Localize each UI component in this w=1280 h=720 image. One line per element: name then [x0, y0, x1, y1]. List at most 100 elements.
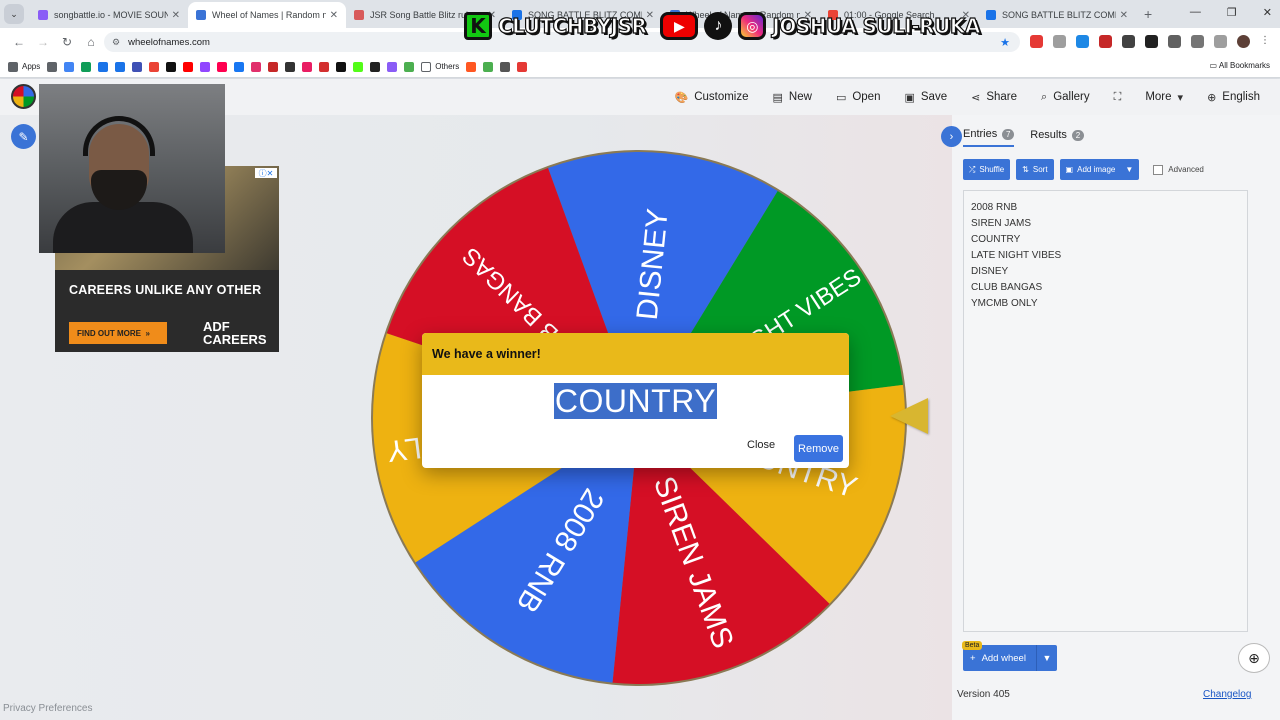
entry-line: SIREN JAMS [971, 218, 1032, 229]
bookmark-icon[interactable] [387, 61, 398, 72]
bookmark-icon[interactable] [285, 61, 296, 72]
remove-button[interactable]: Remove [794, 435, 843, 462]
extension-icon[interactable] [1122, 35, 1135, 48]
close-window-icon[interactable]: ✕ [1263, 6, 1272, 19]
shuffle-button[interactable]: ⤮ Shuffle [963, 159, 1011, 180]
profile-avatar[interactable] [1237, 35, 1250, 48]
home-icon[interactable]: ⌂ [80, 31, 102, 53]
sort-button[interactable]: ⇅ Sort [1016, 159, 1054, 180]
bookmark-icon[interactable] [404, 61, 415, 72]
bookmark-icon[interactable] [115, 61, 126, 72]
advanced-toggle[interactable]: Advanced [1153, 164, 1204, 175]
menu-item-english[interactable]: ⊕ English [1207, 91, 1260, 104]
extension-icon[interactable] [1053, 35, 1066, 48]
bookmark-icon[interactable] [268, 61, 279, 72]
extension-icon[interactable] [1076, 35, 1089, 48]
grid-icon[interactable] [47, 61, 58, 72]
shuffle-label: Shuffle [979, 165, 1005, 174]
collapse-sidebar-icon[interactable]: › [941, 126, 962, 147]
ad-brand-line2: CAREERS [203, 332, 267, 347]
bookmark-apps[interactable]: Apps [8, 61, 40, 72]
reload-icon[interactable]: ↻ [56, 31, 78, 53]
bookmark-star-icon[interactable]: ★ [1000, 36, 1010, 49]
add-wheel-dropdown[interactable]: ▼ [1036, 645, 1057, 671]
facebook-icon[interactable] [234, 61, 245, 72]
bookmark-icon[interactable] [466, 61, 477, 72]
changelog-link[interactable]: Changelog [1203, 689, 1251, 700]
header-menu: 🎨 Customize ▤ New ▭ Open ▣ Save ⋖ Share ⌕ Gallery ⛶ M… [674, 79, 1260, 115]
tab-favicon-icon [38, 10, 48, 20]
sidepanel-icon[interactable] [1214, 35, 1227, 48]
menu-item-save[interactable]: ▣ Save [904, 91, 947, 104]
browser-tab[interactable]: Wheel of Names | Random nam ✕ [188, 2, 346, 28]
kick-icon[interactable] [353, 61, 364, 72]
advanced-checkbox[interactable] [1153, 164, 1164, 175]
close-button[interactable]: Close [747, 439, 775, 451]
bookmark-icon[interactable] [370, 61, 381, 72]
bookmark-icon[interactable] [483, 61, 494, 72]
menu-item-customize[interactable]: 🎨 Customize [674, 91, 748, 104]
tab-close-icon[interactable]: ✕ [172, 10, 180, 21]
chevron-down-icon: ▼ [1125, 165, 1134, 174]
youtube-icon[interactable] [183, 61, 194, 72]
minimize-icon[interactable]: — [1190, 6, 1201, 19]
menu-item-fullscreen[interactable]: ⛶ [1114, 91, 1122, 104]
ad-cta-button[interactable]: FIND OUT MORE » [69, 322, 167, 344]
tab-entries-label: Entries [963, 128, 998, 140]
menu-item-open[interactable]: ▭ Open [836, 91, 881, 104]
bookmark-icon[interactable] [98, 61, 109, 72]
bookmark-icon[interactable] [217, 61, 228, 72]
bookmark-icon[interactable] [319, 61, 330, 72]
dialog-title: We have a winner! [422, 333, 849, 375]
add-image-button[interactable]: ▣ Add image ▼ [1059, 159, 1140, 180]
adchoices-icon[interactable]: ⓘ✕ [255, 168, 277, 178]
bookmark-icon[interactable] [132, 61, 143, 72]
bookmark-icon[interactable] [500, 61, 511, 72]
browser-tab[interactable]: songbattle.io - MOVIE SOUNDT ✕ [30, 2, 188, 28]
instagram-icon[interactable] [251, 61, 262, 72]
new-tab-button[interactable]: + [1144, 6, 1152, 22]
kebab-menu-icon[interactable]: ⋮ [1260, 35, 1273, 48]
entry-line: YMCMB ONLY [971, 298, 1038, 309]
menu-item-gallery[interactable]: ⌕ Gallery [1041, 91, 1090, 104]
tab-close-icon[interactable]: ✕ [330, 10, 338, 21]
twitch-icon[interactable] [200, 61, 211, 72]
edit-pencil-icon[interactable]: ✎ [11, 124, 36, 149]
privacy-preferences-link[interactable]: Privacy Preferences [3, 703, 92, 714]
x-icon[interactable] [336, 61, 347, 72]
bookmark-icon[interactable] [149, 61, 160, 72]
back-icon[interactable]: ← [8, 31, 30, 53]
wheel-logo-icon[interactable] [11, 84, 36, 109]
all-bookmarks[interactable]: ▭ All Bookmarks [1210, 61, 1270, 70]
extension-icon[interactable] [1030, 35, 1043, 48]
menu-item-share[interactable]: ⋖ Share [971, 91, 1017, 104]
bookmark-icon[interactable] [302, 61, 313, 72]
site-info-icon[interactable]: ⚙ [112, 37, 120, 48]
save-icon: ▣ [904, 91, 915, 104]
tab-results[interactable]: Results 2 [1030, 128, 1084, 147]
menu-item-more[interactable]: More ▾ [1145, 91, 1183, 104]
bookmark-icon[interactable] [81, 61, 92, 72]
ad-tagline: CAREERS UNLIKE ANY OTHER [69, 283, 262, 297]
bookmark-icon[interactable] [517, 61, 528, 72]
winner-name[interactable]: COUNTRY [553, 383, 718, 419]
forward-icon[interactable]: → [32, 31, 54, 53]
entries-textarea[interactable]: 2008 RNB SIREN JAMS COUNTRY LATE NIGHT VIBE… [963, 190, 1248, 632]
restore-icon[interactable]: ❐ [1227, 6, 1237, 19]
tab-search-button[interactable]: ⌄ [4, 4, 24, 24]
zoom-lens-icon[interactable]: ⊕ [1238, 643, 1270, 673]
media-icon[interactable] [1191, 35, 1204, 48]
puzzle-icon[interactable] [1168, 35, 1181, 48]
extension-icon[interactable] [1145, 35, 1158, 48]
extension-icon[interactable] [1099, 35, 1112, 48]
bookmark-folder-others[interactable]: Others [421, 61, 459, 72]
wheel-pointer-icon [890, 398, 928, 434]
tab-entries[interactable]: Entries 7 [963, 128, 1015, 147]
browser-tab[interactable]: SONG BATTLE BLITZ COMP - G ✕ [978, 2, 1136, 28]
tiktok-icon[interactable] [166, 61, 177, 72]
menu-item-new[interactable]: ▤ New [773, 91, 812, 104]
sidebar-tabs: Entries 7 Results 2 [963, 128, 1084, 147]
tab-close-icon[interactable]: ✕ [1120, 10, 1128, 21]
window-controls: — ❐ ✕ [1190, 6, 1272, 19]
bookmark-icon[interactable] [64, 61, 75, 72]
